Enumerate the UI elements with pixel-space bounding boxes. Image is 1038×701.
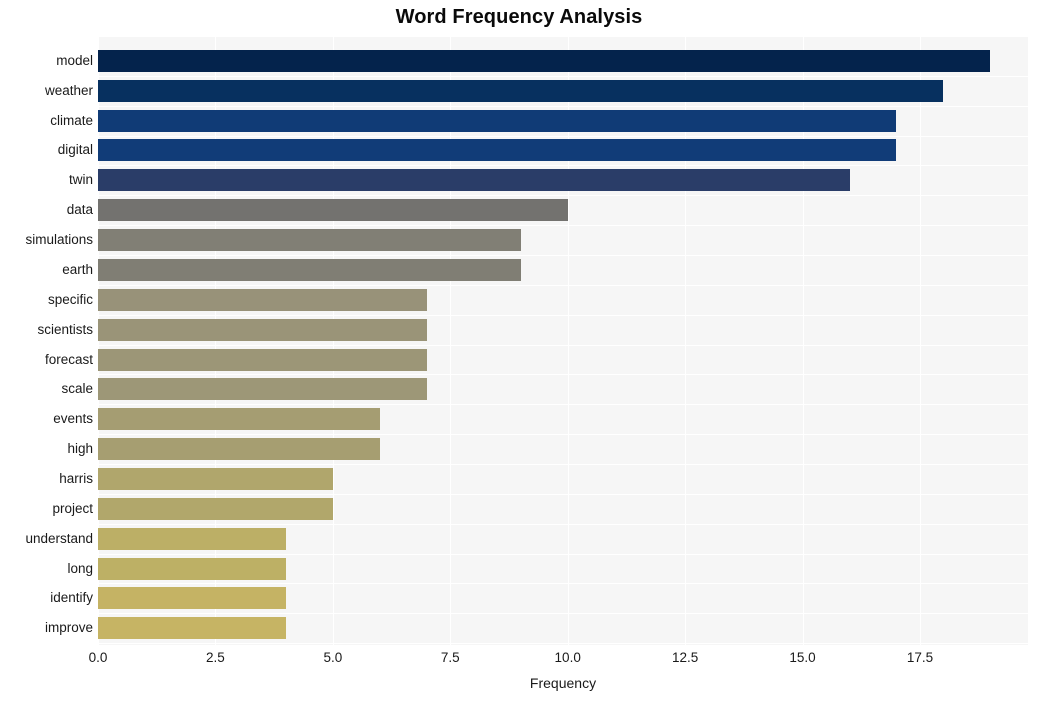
bar-improve xyxy=(98,617,286,639)
x-axis-tick-labels: 0.0 2.5 5.0 7.5 10.0 12.5 15.0 17.5 xyxy=(0,650,1038,672)
y-axis-label-digital: digital xyxy=(57,142,93,157)
gridline-horizontal xyxy=(98,225,1028,226)
bar-data xyxy=(98,199,568,221)
bar-long xyxy=(98,558,286,580)
y-axis-label-harris: harris xyxy=(59,471,93,486)
gridline-horizontal xyxy=(98,374,1028,375)
y-axis-label-project: project xyxy=(52,501,93,516)
bar-harris xyxy=(98,468,333,490)
gridline-horizontal xyxy=(98,583,1028,584)
bar-high xyxy=(98,438,380,460)
y-axis-label-earth: earth xyxy=(62,262,93,277)
y-axis-label-events: events xyxy=(53,411,93,426)
gridline-horizontal xyxy=(98,494,1028,495)
x-axis-tick-5.0: 5.0 xyxy=(323,650,343,665)
gridline-horizontal xyxy=(98,404,1028,405)
y-axis-label-understand: understand xyxy=(25,531,93,546)
y-axis-label-model: model xyxy=(56,53,93,68)
y-axis-label-identify: identify xyxy=(50,590,93,605)
bar-scale xyxy=(98,378,427,400)
bar-model xyxy=(98,50,990,72)
y-axis-label-simulations: simulations xyxy=(25,232,93,247)
gridline-horizontal xyxy=(98,464,1028,465)
x-axis-title: Frequency xyxy=(529,675,597,691)
x-axis-tick-0.0: 0.0 xyxy=(88,650,108,665)
y-axis-label-climate: climate xyxy=(50,113,93,128)
gridline-horizontal xyxy=(98,345,1028,346)
bar-forecast xyxy=(98,349,427,371)
bar-digital xyxy=(98,139,896,161)
y-axis-label-improve: improve xyxy=(44,620,93,635)
gridline-horizontal xyxy=(98,165,1028,166)
gridline-horizontal xyxy=(98,106,1028,107)
gridline-horizontal xyxy=(98,195,1028,196)
bar-weather xyxy=(98,80,943,102)
gridline-horizontal xyxy=(98,285,1028,286)
bar-events xyxy=(98,408,380,430)
y-axis-label-scale: scale xyxy=(61,381,93,396)
y-axis-label-weather: weather xyxy=(44,83,93,98)
bar-earth xyxy=(98,259,521,281)
bar-project xyxy=(98,498,333,520)
bar-simulations xyxy=(98,229,521,251)
gridline-horizontal xyxy=(98,255,1028,256)
y-axis-label-long: long xyxy=(67,561,93,576)
x-axis-tick-12.5: 12.5 xyxy=(671,650,699,665)
y-axis-labels: model weather climate digital twin data simula… xyxy=(0,37,93,645)
y-axis-label-forecast: forecast xyxy=(44,352,93,367)
gridline-horizontal xyxy=(98,434,1028,435)
bar-specific xyxy=(98,289,427,311)
y-axis-label-high: high xyxy=(67,441,93,456)
gridline-horizontal xyxy=(98,613,1028,614)
y-axis-label-data: data xyxy=(66,202,93,217)
x-axis-tick-15.0: 15.0 xyxy=(789,650,816,665)
x-axis-tick-2.5: 2.5 xyxy=(206,650,225,665)
gridline-horizontal xyxy=(98,643,1028,644)
bar-twin xyxy=(98,169,850,191)
gridline-horizontal xyxy=(98,76,1028,77)
bar-scientists xyxy=(98,319,427,341)
bar-understand xyxy=(98,528,286,550)
page-title: Word Frequency Analysis xyxy=(395,6,643,28)
gridline-horizontal xyxy=(98,524,1028,525)
gridline-horizontal xyxy=(98,554,1028,555)
bar-identify xyxy=(98,587,286,609)
x-axis-tick-7.5: 7.5 xyxy=(440,650,460,665)
y-axis-label-twin: twin xyxy=(68,172,93,187)
x-axis-tick-17.5: 17.5 xyxy=(906,650,934,665)
bar-climate xyxy=(98,110,896,132)
plot-area xyxy=(98,37,1028,645)
y-axis-label-specific: specific xyxy=(47,292,93,307)
word-frequency-chart: Word Frequency Analysis model weather clim… xyxy=(0,0,1038,701)
gridline-horizontal xyxy=(98,315,1028,316)
y-axis-label-scientists: scientists xyxy=(37,322,93,337)
gridline-horizontal xyxy=(98,136,1028,137)
x-axis-tick-10.0: 10.0 xyxy=(554,650,581,665)
